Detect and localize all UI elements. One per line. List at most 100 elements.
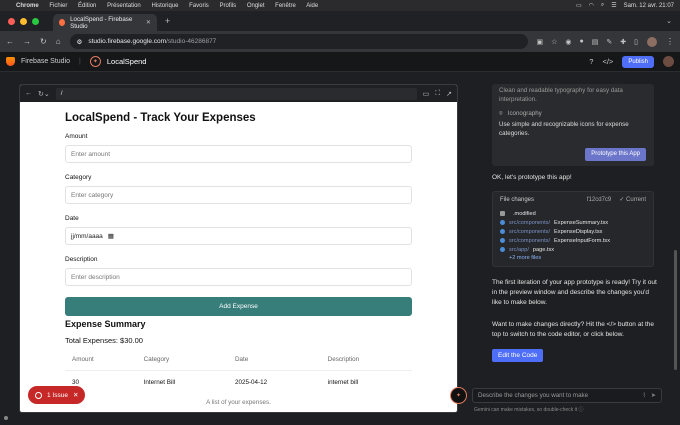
device-toggle-icon[interactable]: ▭ <box>423 90 430 98</box>
preview-toolbar: ← ↻⌄ / ▭ ⛶ ↗ <box>20 85 457 102</box>
cast-icon[interactable]: ▣ <box>537 38 544 46</box>
puzzle-icon[interactable]: ✚ <box>620 38 626 46</box>
issue-label: 1 Issue <box>47 391 68 399</box>
file-dir: src/app/ <box>509 246 529 253</box>
file-item[interactable]: src/components/ExpenseInputForm.tsx <box>500 236 646 245</box>
code-toggle-icon[interactable]: </> <box>602 57 613 66</box>
menu-aide[interactable]: Aide <box>306 3 318 9</box>
forward-icon[interactable]: → <box>23 37 31 46</box>
iconography-label: Iconography <box>507 109 542 117</box>
menu-fichier[interactable]: Fichier <box>49 3 67 9</box>
table-row[interactable]: 30 Internet Bill 2025-04-12 internet bil… <box>65 370 412 394</box>
minimize-window-icon[interactable] <box>20 17 27 25</box>
bookmark-star-icon[interactable]: ☆ <box>551 38 557 46</box>
publish-button[interactable]: Publish <box>622 55 654 68</box>
browser-toolbar: ← → ↻ ⌂ ⚙ studio.firebase.google.com/stu… <box>0 31 680 52</box>
chat-message-3: Want to make changes directly? Hit the <… <box>492 321 654 339</box>
card-typography-text: Clean and readable typography for easy d… <box>499 87 623 103</box>
new-tab-icon[interactable]: + <box>165 16 170 26</box>
wifi-icon[interactable]: ◠ <box>589 2 594 9</box>
home-icon[interactable]: ⌂ <box>56 37 61 46</box>
prototype-app-button[interactable]: Prototype this App <box>585 148 646 161</box>
menu-fenetre[interactable]: Fenêtre <box>275 3 296 9</box>
info-icon[interactable]: ⓘ <box>579 407 584 413</box>
blueprint-card: Clean and readable typography for easy d… <box>492 84 654 166</box>
date-label: Date <box>65 215 79 222</box>
file-name: ExpenseSummary.tsx <box>554 219 609 226</box>
menu-presentation[interactable]: Présentation <box>107 3 141 9</box>
window-controls <box>8 17 39 25</box>
project-name[interactable]: LocalSpend <box>107 57 147 66</box>
commit-hash[interactable]: f12cd7c9 <box>587 197 611 203</box>
chat-input[interactable]: Describe the changes you want to make ⌇ … <box>472 388 662 403</box>
address-bar[interactable]: ⚙ studio.firebase.google.com/studio-4628… <box>69 34 528 49</box>
reload-icon[interactable]: ↻ <box>40 37 47 46</box>
menu-chrome[interactable]: Chrome <box>16 3 39 9</box>
description-input[interactable]: Enter description <box>65 268 412 286</box>
issue-badge[interactable]: 1 Issue ✕ <box>28 386 86 404</box>
fullscreen-icon[interactable]: ⛶ <box>435 90 440 98</box>
menu-profils[interactable]: Profils <box>219 3 236 9</box>
macos-menu-bar: Chrome Fichier Édition Présentation Hist… <box>0 0 680 11</box>
camera-extension-icon[interactable]: ◉ <box>565 38 571 46</box>
amount-label: Amount <box>65 133 88 140</box>
edit-code-button[interactable]: Edit the Code <box>492 349 544 362</box>
file-item[interactable]: src/components/ExpenseSummary.tsx <box>500 218 646 227</box>
open-external-icon[interactable]: ↗ <box>446 90 452 98</box>
file-item[interactable]: src/app/page.tsx <box>500 245 646 254</box>
sidebar-icon[interactable]: ▯ <box>634 38 638 46</box>
gemini-avatar-icon[interactable]: ✦ <box>450 387 467 404</box>
attach-icon[interactable]: ⌇ <box>643 392 646 399</box>
pen-extension-icon[interactable]: ✎ <box>606 38 612 46</box>
tab-search-chevron-icon[interactable]: ⌄ <box>666 17 672 25</box>
amount-input[interactable]: Enter amount <box>65 145 412 163</box>
menu-favoris[interactable]: Favoris <box>189 3 209 9</box>
chat-scrollbar[interactable] <box>674 250 677 370</box>
gemini-disclaimer: Gemini can make mistakes, so double-chec… <box>474 406 584 413</box>
firebase-logo-icon <box>6 57 15 66</box>
brand-name[interactable]: Firebase Studio <box>21 58 70 65</box>
site-info-icon[interactable]: ⚙ <box>77 38 83 46</box>
preview-url-field[interactable]: / <box>55 87 417 100</box>
firebase-favicon-icon <box>59 19 66 26</box>
date-input[interactable]: jj/mm/aaaa ▦ <box>65 227 412 245</box>
battery-icon[interactable]: ▭ <box>576 2 582 9</box>
extension-green-icon[interactable]: ● <box>580 38 584 46</box>
expenses-table: Amount Category Date Description 30 Inte… <box>65 350 412 394</box>
chat-message-2: The first iteration of your app prototyp… <box>492 279 657 307</box>
category-input[interactable]: Enter category <box>65 186 412 204</box>
menu-onglet[interactable]: Onglet <box>247 3 265 9</box>
user-avatar[interactable] <box>663 56 674 67</box>
tab-title: LocalSpend - Firebase Studio <box>70 15 133 30</box>
menu-kebab-icon[interactable]: ⋮ <box>666 37 674 46</box>
back-icon[interactable]: ← <box>6 37 14 46</box>
calendar-icon[interactable]: ▦ <box>108 232 114 240</box>
profile-avatar[interactable] <box>647 36 657 47</box>
control-center-icon[interactable]: ☰ <box>611 2 616 9</box>
menu-edition[interactable]: Édition <box>78 3 96 9</box>
file-icon <box>500 238 505 243</box>
header-description: Description <box>320 350 412 371</box>
help-icon[interactable]: ? <box>589 57 593 66</box>
chat-message-1: OK, let's prototype this app! <box>492 174 572 181</box>
chat-input-placeholder: Describe the changes you want to make <box>478 392 589 399</box>
maximize-window-icon[interactable] <box>32 17 39 25</box>
preview-reload-icon[interactable]: ↻⌄ <box>38 90 50 98</box>
menu-historique[interactable]: Historique <box>151 3 178 9</box>
file-item[interactable]: src/components/ExpenseDisplay.tsx <box>500 227 646 236</box>
reading-list-icon[interactable]: ▤ <box>592 38 599 46</box>
preview-back-icon[interactable]: ← <box>25 90 32 97</box>
clock[interactable]: Sam. 12 avr. 21:07 <box>624 3 674 9</box>
file-item[interactable]: .modified <box>500 209 646 218</box>
more-files-link[interactable]: +2 more files <box>509 255 646 261</box>
header-divider: | <box>79 58 81 65</box>
search-icon[interactable]: ⌕ <box>601 2 604 9</box>
current-label: Current <box>625 197 646 203</box>
send-icon[interactable]: ➤ <box>651 392 656 399</box>
add-expense-button[interactable]: Add Expense <box>65 297 412 316</box>
browser-tab[interactable]: LocalSpend - Firebase Studio ✕ <box>53 14 157 31</box>
close-tab-icon[interactable]: ✕ <box>146 19 151 26</box>
close-window-icon[interactable] <box>8 17 15 25</box>
dismiss-issue-icon[interactable]: ✕ <box>73 391 78 399</box>
file-dir: src/components/ <box>509 237 551 244</box>
